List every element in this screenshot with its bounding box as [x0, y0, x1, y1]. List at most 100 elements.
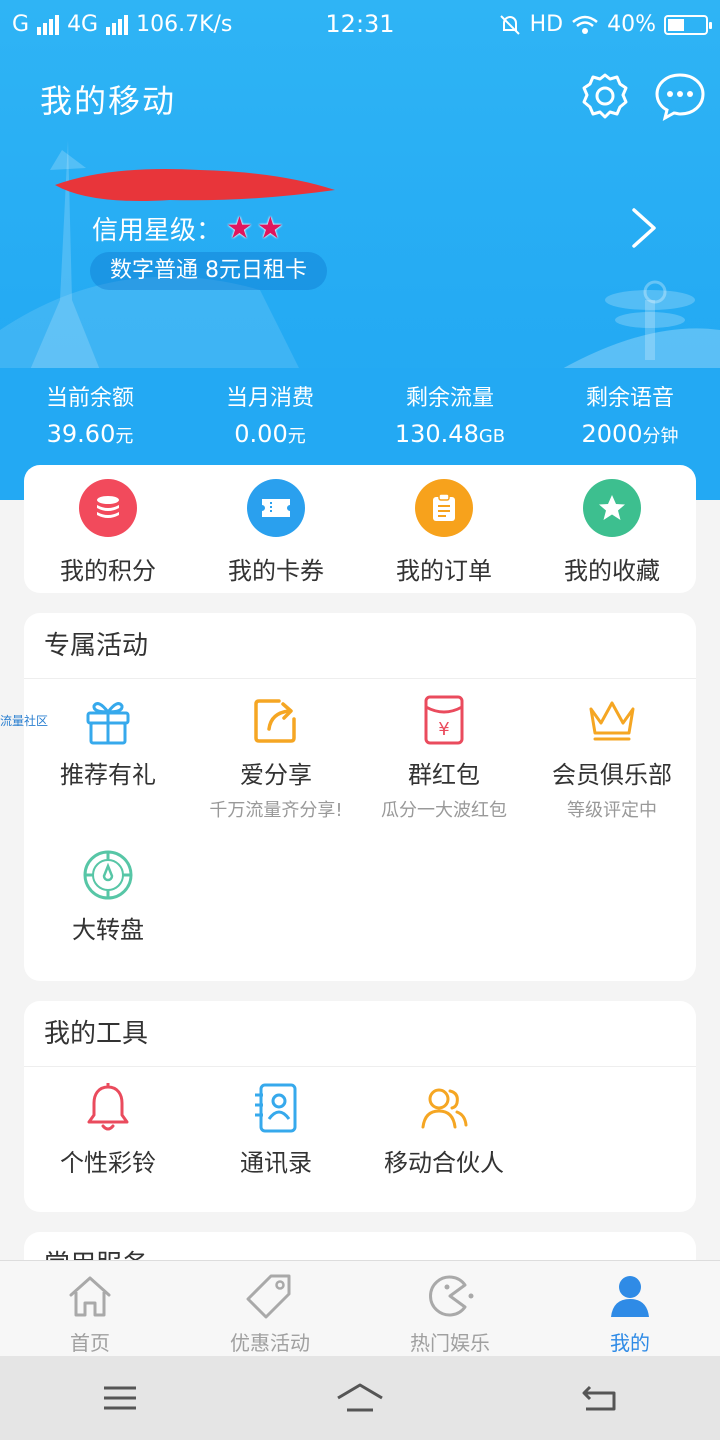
- quick-link-label: 我的订单: [396, 557, 492, 585]
- activity-group-red-packet[interactable]: ¥ 群红包 瓜分一大波红包: [360, 679, 528, 834]
- quick-link-favorites[interactable]: 我的收藏: [528, 465, 696, 593]
- battery-percent: 40%: [607, 12, 656, 37]
- credit-rating: 信用星级： ★ ★: [92, 210, 284, 247]
- quick-links-card: 我的积分 我的卡券 我的订单 我的收藏: [24, 465, 696, 593]
- tool-ringtone[interactable]: 个性彩铃: [24, 1067, 192, 1178]
- bell-icon: [87, 1083, 129, 1131]
- system-navigation-bar: [0, 1356, 720, 1440]
- stat-value: 2000: [581, 420, 643, 448]
- tab-home[interactable]: 首页: [0, 1261, 180, 1356]
- quick-link-points[interactable]: 我的积分: [24, 465, 192, 593]
- message-button[interactable]: [654, 70, 706, 122]
- wifi-icon: [572, 15, 598, 34]
- quick-link-label: 我的卡券: [228, 557, 324, 585]
- chevron-right-icon[interactable]: [626, 206, 662, 250]
- hd-label: HD: [529, 12, 564, 37]
- tool-label: 通讯录: [240, 1149, 312, 1177]
- stat-monthly-spend[interactable]: 当月消费 0.00元: [180, 380, 360, 448]
- user-icon: [611, 1276, 649, 1317]
- stat-label: 剩余语音: [585, 386, 674, 411]
- activity-label: 会员俱乐部: [552, 761, 672, 789]
- tab-mine[interactable]: 我的: [540, 1261, 720, 1356]
- plan-badge[interactable]: 数字普通 8元日租卡: [90, 252, 327, 290]
- tab-label: 首页: [70, 1331, 110, 1355]
- coins-icon: [79, 479, 137, 537]
- activity-subtitle: 瓜分一大波红包: [381, 800, 507, 821]
- activity-label: 大转盘: [72, 916, 144, 944]
- activity-subtitle: 千万流量齐分享!: [209, 800, 343, 821]
- stat-unit: GB: [478, 426, 506, 447]
- home-button-icon: [337, 1383, 383, 1412]
- mute-bell-icon: [499, 14, 520, 35]
- menu-button[interactable]: [90, 1373, 150, 1423]
- home-button[interactable]: [330, 1373, 390, 1423]
- quick-link-label: 我的收藏: [564, 557, 660, 585]
- my-tools-card: 我的工具 个性彩铃 通讯录 移动合伙人: [24, 1001, 696, 1212]
- stat-value: 39.60: [46, 420, 116, 448]
- stat-label: 当月消费: [225, 386, 314, 411]
- quick-link-coupons[interactable]: 我的卡券: [192, 465, 360, 593]
- credit-star-icon: ★: [226, 210, 253, 246]
- activity-subtitle: 等级评定中: [567, 800, 657, 821]
- stat-remaining-voice[interactable]: 剩余语音 2000分钟: [540, 380, 720, 448]
- activity-member-club[interactable]: 会员俱乐部 等级评定中: [528, 679, 696, 834]
- stat-value: 130.48: [394, 420, 479, 448]
- stat-unit: 元: [287, 426, 306, 447]
- ticket-icon: [247, 479, 305, 537]
- stat-label: 当前余额: [45, 386, 134, 411]
- home-icon: [69, 1276, 111, 1317]
- activity-label: 爱分享: [240, 761, 312, 789]
- settings-button[interactable]: [579, 70, 631, 122]
- quick-link-label: 我的积分: [60, 557, 156, 585]
- stat-label: 剩余流量: [405, 386, 494, 411]
- menu-icon: [104, 1386, 136, 1410]
- tool-contacts[interactable]: 通讯录: [192, 1067, 360, 1178]
- tab-label: 热门娱乐: [410, 1331, 490, 1355]
- tool-partners[interactable]: 移动合伙人: [360, 1067, 528, 1178]
- activity-share[interactable]: 爱分享 千万流量齐分享!: [192, 679, 360, 834]
- order-icon: [415, 479, 473, 537]
- tab-entertainment[interactable]: 热门娱乐: [360, 1261, 540, 1356]
- tab-label: 优惠活动: [230, 1331, 310, 1355]
- activity-lucky-wheel[interactable]: 大转盘: [24, 834, 192, 989]
- star-icon: [583, 479, 641, 537]
- activity-referral[interactable]: 推荐有礼: [24, 679, 192, 834]
- exclusive-activities-card: 专属活动 推荐有礼 爱分享 千万流量齐分享! ¥ 群红包 瓜分一大波红包 会员俱…: [24, 613, 696, 981]
- quick-link-orders[interactable]: 我的订单: [360, 465, 528, 593]
- gift-icon: [86, 702, 130, 745]
- red-packet-icon: ¥: [424, 695, 464, 745]
- stat-balance[interactable]: 当前余额 39.60元: [0, 380, 180, 448]
- tab-promotions[interactable]: 优惠活动: [180, 1261, 360, 1356]
- activity-label: 群红包: [408, 761, 480, 789]
- settings-icon: [582, 73, 628, 119]
- tag-icon: [246, 1274, 291, 1319]
- wheel-icon: [83, 850, 133, 900]
- stat-value: 0.00: [234, 420, 288, 448]
- game-icon: [429, 1275, 474, 1317]
- battery-icon: [664, 14, 712, 35]
- stat-unit: 分钟: [642, 426, 679, 447]
- page-title: 我的移动: [40, 82, 177, 120]
- tool-label: 移动合伙人: [384, 1149, 504, 1177]
- back-icon: [582, 1385, 616, 1411]
- share-icon: [254, 699, 296, 743]
- tab-label: 我的: [610, 1331, 650, 1355]
- credit-star-icon: ★: [256, 210, 284, 246]
- svg-text:¥: ¥: [438, 719, 449, 740]
- contacts-icon: [255, 1083, 297, 1133]
- stat-remaining-data[interactable]: 剩余流量 130.48GB: [360, 380, 540, 448]
- account-stats: 当前余额 39.60元 当月消费 0.00元 剩余流量 130.48GB 剩余语…: [0, 380, 720, 448]
- crown-icon: [589, 701, 635, 741]
- floating-community-tab[interactable]: 流量社区: [0, 712, 48, 729]
- redacted-phone-number: [55, 169, 335, 201]
- section-title: 我的工具: [24, 1001, 696, 1067]
- partners-icon: [421, 1088, 468, 1129]
- message-icon: [655, 73, 705, 121]
- credit-label: 信用星级：: [92, 216, 223, 246]
- back-button[interactable]: [570, 1373, 630, 1423]
- stat-unit: 元: [115, 426, 134, 447]
- section-title: 专属活动: [24, 613, 696, 679]
- activity-label: 推荐有礼: [60, 761, 156, 789]
- bottom-tab-bar: 首页 优惠活动 热门娱乐 我的: [0, 1260, 720, 1356]
- tool-label: 个性彩铃: [60, 1149, 156, 1177]
